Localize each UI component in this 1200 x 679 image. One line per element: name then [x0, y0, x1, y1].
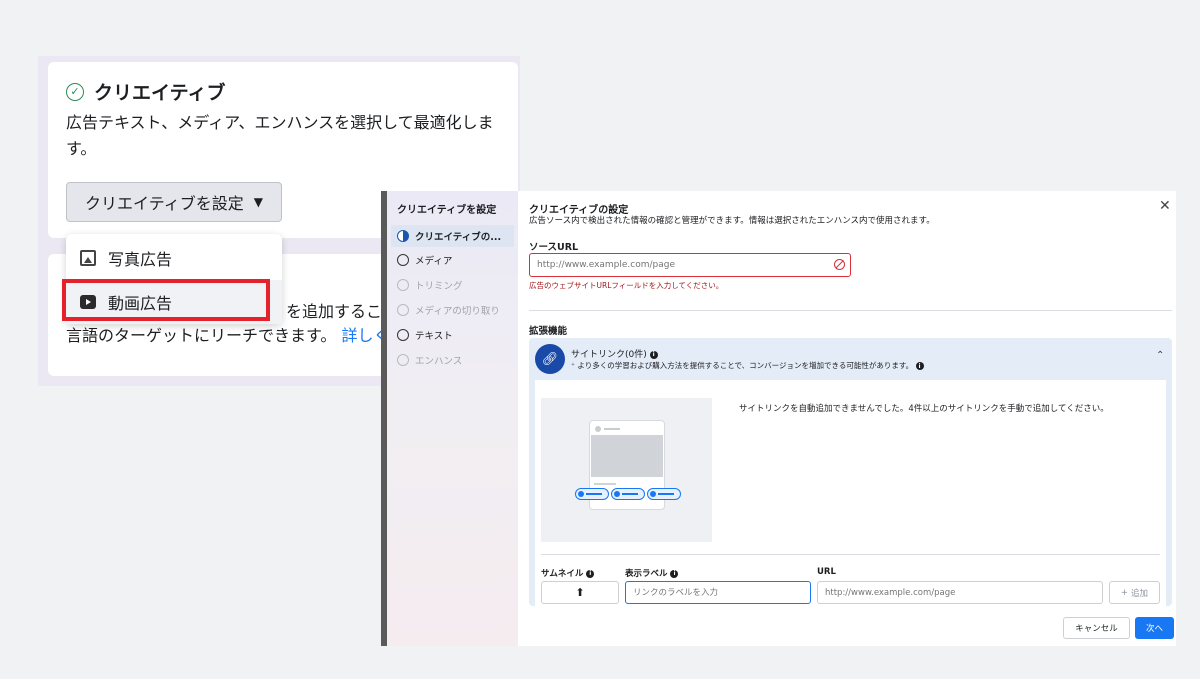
info-icon[interactable]: i — [649, 350, 658, 359]
url-column-label: URL — [817, 567, 836, 577]
display-label-column-label: 表示ラベル i — [625, 567, 679, 579]
upload-icon: ⬆ — [575, 586, 585, 599]
check-circle-icon: ✓ — [66, 82, 84, 101]
thumbnail-label-text: サムネイル — [541, 569, 584, 579]
upload-thumbnail-button[interactable]: ⬆ — [541, 581, 619, 604]
add-sitelink-button[interactable]: + 追加 — [1109, 581, 1160, 604]
sidebar-item-label: テキスト — [415, 331, 453, 342]
display-label-text: 表示ラベル — [625, 569, 668, 579]
sitelink-preview-illustration — [541, 398, 712, 542]
sidebar-title: クリエイティブを設定 — [397, 205, 497, 216]
preview-image — [591, 435, 663, 477]
plus-icon: + — [1120, 587, 1129, 598]
sidebar-item-label: メディアの切り取り — [415, 306, 500, 317]
circle-icon — [397, 304, 409, 316]
language-card-text-line1: を追加するこ — [286, 302, 383, 321]
sidebar-item-label: クリエイティブの... — [415, 232, 502, 243]
set-creative-button-label: クリエイティブを設定 — [85, 194, 244, 213]
dropdown-item-label: 写真広告 — [108, 250, 173, 269]
chevron-up-icon[interactable]: ⌃ — [1156, 350, 1164, 361]
preview-chip — [575, 488, 609, 500]
preview-chip — [647, 488, 681, 500]
thumbnail-column-label: サムネイル i — [541, 567, 595, 579]
close-icon[interactable]: ✕ — [1159, 198, 1171, 214]
half-circle-progress-icon — [397, 230, 409, 242]
creative-card-title: クリエイティブ — [94, 82, 226, 104]
sitelink-url-input[interactable] — [817, 581, 1103, 604]
cancel-button[interactable]: キャンセル — [1063, 617, 1130, 639]
info-icon[interactable]: i — [915, 362, 924, 370]
chip-line — [622, 493, 638, 495]
circle-icon — [397, 354, 409, 366]
caret-down-icon: ▼ — [253, 195, 263, 209]
photo-icon — [80, 250, 96, 266]
next-button[interactable]: 次へ — [1135, 617, 1174, 639]
creative-settings-dialog: クリエイティブを設定 クリエイティブの... メディア トリミング メディアの切… — [381, 191, 1176, 646]
dialog-main: クリエイティブの設定 広告ソース内で検出された情報の確認と管理ができます。情報は… — [518, 191, 1176, 646]
sidebar-item-media[interactable]: メディア — [391, 249, 514, 271]
creative-card-description: 広告テキスト、メディア、エンハンスを選択して最適化します。 — [66, 113, 494, 158]
sidebar-item-label: トリミング — [415, 281, 463, 292]
chip-line — [658, 493, 674, 495]
sidebar-item-media-crop[interactable]: メディアの切り取り — [391, 299, 514, 321]
info-icon[interactable]: i — [586, 569, 595, 578]
source-url-input[interactable] — [529, 253, 851, 277]
divider — [541, 554, 1160, 555]
chip-line — [586, 493, 602, 495]
divider — [529, 310, 1172, 311]
sidebar-item-trimming[interactable]: トリミング — [391, 274, 514, 296]
sitelinks-title: サイトリンク(0件) i — [571, 347, 658, 360]
preview-text-line — [594, 483, 616, 485]
extensions-label: 拡張機能 — [529, 326, 568, 337]
sitelinks-message: サイトリンクを自動追加できませんでした。4件以上のサイトリンクを手動で追加してく… — [739, 404, 1109, 414]
shirt-icon — [650, 491, 656, 497]
preview-sitelink-chips — [575, 488, 681, 500]
sidebar-item-label: エンハンス — [415, 356, 463, 367]
source-url-label: ソースURL — [529, 242, 579, 253]
error-icon — [834, 259, 845, 270]
add-sitelink-label: 追加 — [1131, 588, 1149, 599]
circle-icon — [397, 254, 409, 266]
info-icon[interactable]: i — [670, 569, 679, 578]
language-card-text: 言語のターゲットにリーチできます。 — [66, 326, 337, 345]
preview-chip — [611, 488, 645, 500]
sitelink-label-input[interactable] — [625, 581, 811, 604]
source-url-error: 広告のウェブサイトURLフィールドを入力してください。 — [529, 281, 724, 290]
circle-icon — [397, 329, 409, 341]
sitelinks-body: サイトリンクを自動追加できませんでした。4件以上のサイトリンクを手動で追加してく… — [535, 380, 1166, 606]
language-card-text-line2: 言語のターゲットにリーチできます。 詳しく — [66, 322, 390, 346]
sidebar-item-enhance[interactable]: エンハンス — [391, 349, 514, 371]
highlight-box — [62, 279, 270, 321]
sitelinks-section: 🔗︎ サイトリンク(0件) i ⁺ より多くの学習および購入方法を提供することで… — [529, 338, 1172, 606]
sparkle-icon: ⁺ — [571, 361, 575, 370]
dropdown-item-photo-ad[interactable]: 写真広告 — [66, 236, 282, 280]
dialog-sidebar: クリエイティブを設定 クリエイティブの... メディア トリミング メディアの切… — [387, 191, 518, 646]
sitelinks-description-text: より多くの学習および購入方法を提供することで、コンバージョンを増加できる可能性が… — [577, 361, 914, 370]
sidebar-item-label: メディア — [415, 256, 453, 267]
dialog-subtitle: 広告ソース内で検出された情報の確認と管理ができます。情報は選択されたエンハンス内… — [529, 216, 935, 226]
preview-name-bar — [604, 428, 620, 430]
star-icon — [614, 491, 620, 497]
circle-icon — [397, 279, 409, 291]
set-creative-button[interactable]: クリエイティブを設定 ▼ — [66, 182, 282, 222]
link-icon: 🔗︎ — [535, 344, 565, 374]
sidebar-item-text[interactable]: テキスト — [391, 324, 514, 346]
creative-card-header: ✓ クリエイティブ — [66, 78, 225, 105]
sitelinks-title-text: サイトリンク(0件) — [571, 350, 647, 360]
sitelinks-description: ⁺ より多くの学習および購入方法を提供することで、コンバージョンを増加できる可能… — [571, 360, 924, 371]
store-icon — [578, 491, 584, 497]
sidebar-item-creative[interactable]: クリエイティブの... — [391, 225, 514, 247]
preview-avatar — [595, 426, 601, 432]
